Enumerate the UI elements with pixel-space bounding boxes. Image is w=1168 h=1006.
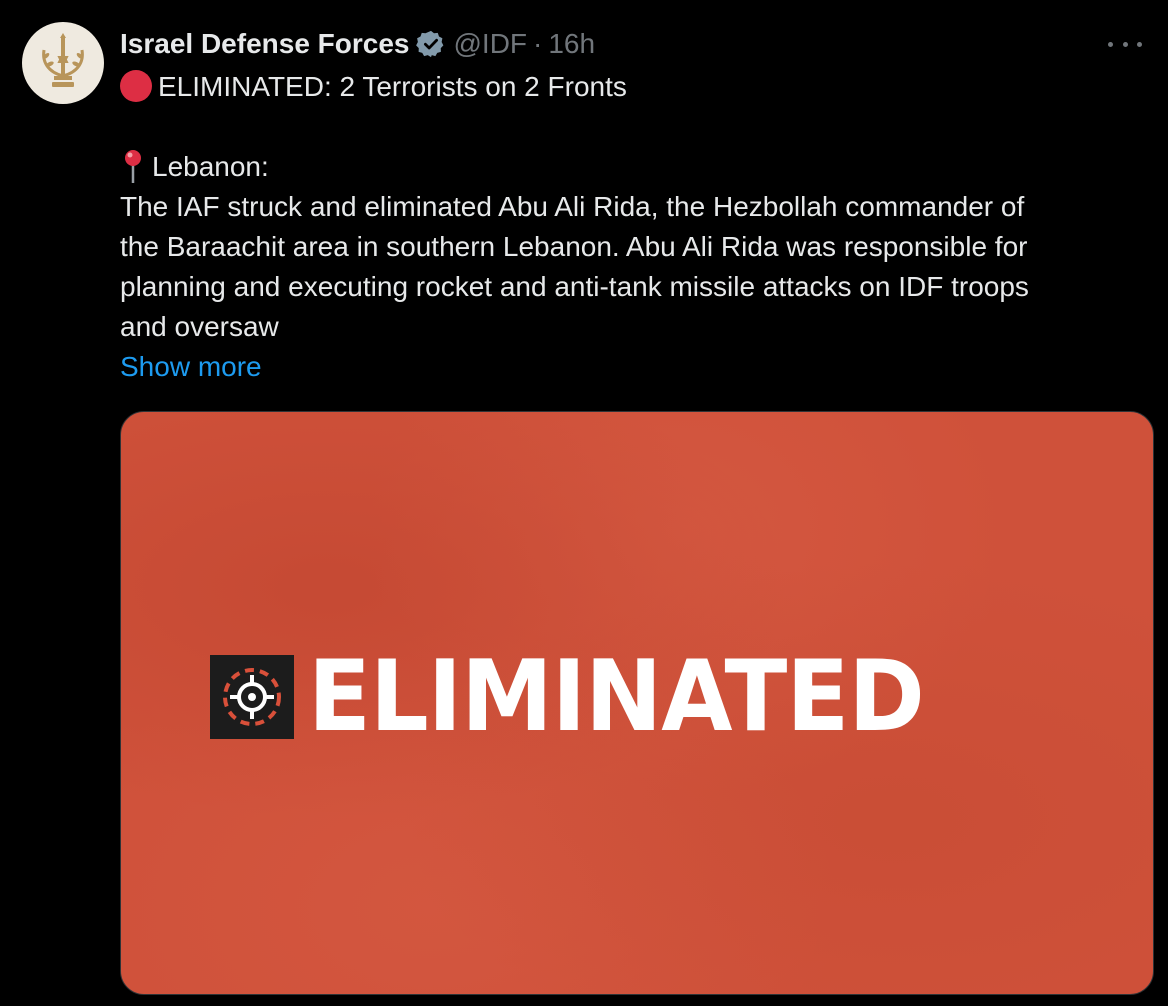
header-separator: · bbox=[533, 28, 543, 59]
tweet-timestamp[interactable]: 16h bbox=[548, 28, 595, 60]
tweet-media-image[interactable]: ELIMINATED bbox=[120, 411, 1154, 995]
tweet[interactable]: Israel Defense Forces @IDF · 16h ELIMINA… bbox=[0, 0, 1168, 1006]
tweet-header: Israel Defense Forces @IDF · 16h bbox=[120, 24, 595, 64]
tweet-body-line: and oversaw bbox=[120, 311, 279, 342]
tweet-body-line: the Baraachit area in southern Lebanon. … bbox=[120, 231, 1028, 262]
tweet-location: Lebanon: bbox=[152, 151, 269, 182]
media-title-text: ELIMINATED bbox=[308, 640, 925, 754]
avatar[interactable] bbox=[22, 22, 104, 104]
idf-emblem-icon bbox=[42, 33, 84, 87]
media-graphic: ELIMINATED bbox=[210, 640, 963, 754]
tweet-headline: ELIMINATED: 2 Terrorists on 2 Fronts bbox=[158, 71, 627, 102]
red-circle-icon bbox=[120, 70, 152, 102]
verified-badge-icon[interactable] bbox=[415, 29, 446, 59]
show-more-link[interactable]: Show more bbox=[120, 347, 1160, 387]
tweet-headline-line: ELIMINATED: 2 Terrorists on 2 Fronts bbox=[120, 67, 1160, 107]
author-name[interactable]: Israel Defense Forces bbox=[120, 28, 410, 60]
author-handle[interactable]: @IDF bbox=[454, 28, 528, 60]
tweet-text: ELIMINATED: 2 Terrorists on 2 Fronts Leb… bbox=[120, 67, 1160, 387]
round-pushpin-icon bbox=[125, 150, 141, 183]
tweet-location-line: Lebanon: bbox=[120, 147, 1160, 187]
tweet-body-line: The IAF struck and eliminated Abu Ali Ri… bbox=[120, 191, 1025, 222]
crosshair-target-icon bbox=[210, 655, 294, 739]
more-options-icon[interactable] bbox=[1108, 30, 1142, 58]
tweet-body-line: planning and executing rocket and anti-t… bbox=[120, 271, 1029, 302]
